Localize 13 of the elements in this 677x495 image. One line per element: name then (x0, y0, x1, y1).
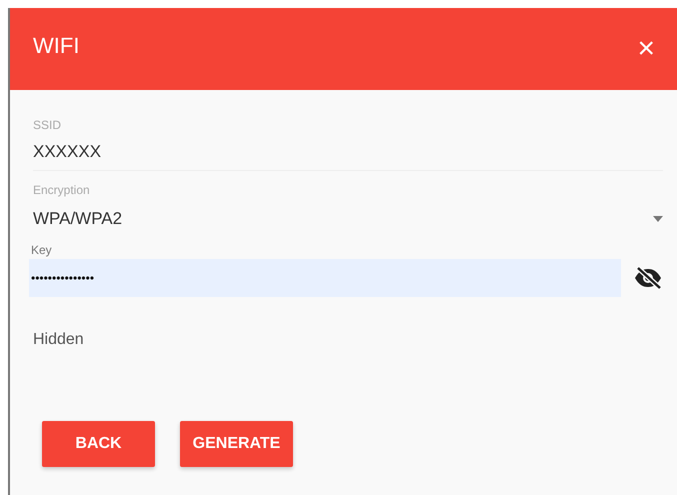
close-button[interactable]: × (637, 34, 655, 64)
dialog-title: WIFI (33, 33, 80, 59)
input-field[interactable]: XXXXXX (33, 132, 663, 171)
field-label: Encryption (33, 183, 90, 197)
hidden-label: Hidden (33, 331, 84, 349)
eye-slash-icon[interactable] (633, 265, 663, 291)
field-label: Key (31, 243, 52, 257)
select-field[interactable]: WPA/WPA2 (33, 197, 663, 243)
action-button[interactable]: GENERATE (180, 421, 293, 467)
password-field[interactable]: ••••••••••••••• (29, 259, 621, 297)
caret-icon (653, 216, 663, 222)
action-button[interactable]: BACK (42, 421, 155, 467)
field-label: SSID (33, 118, 62, 132)
